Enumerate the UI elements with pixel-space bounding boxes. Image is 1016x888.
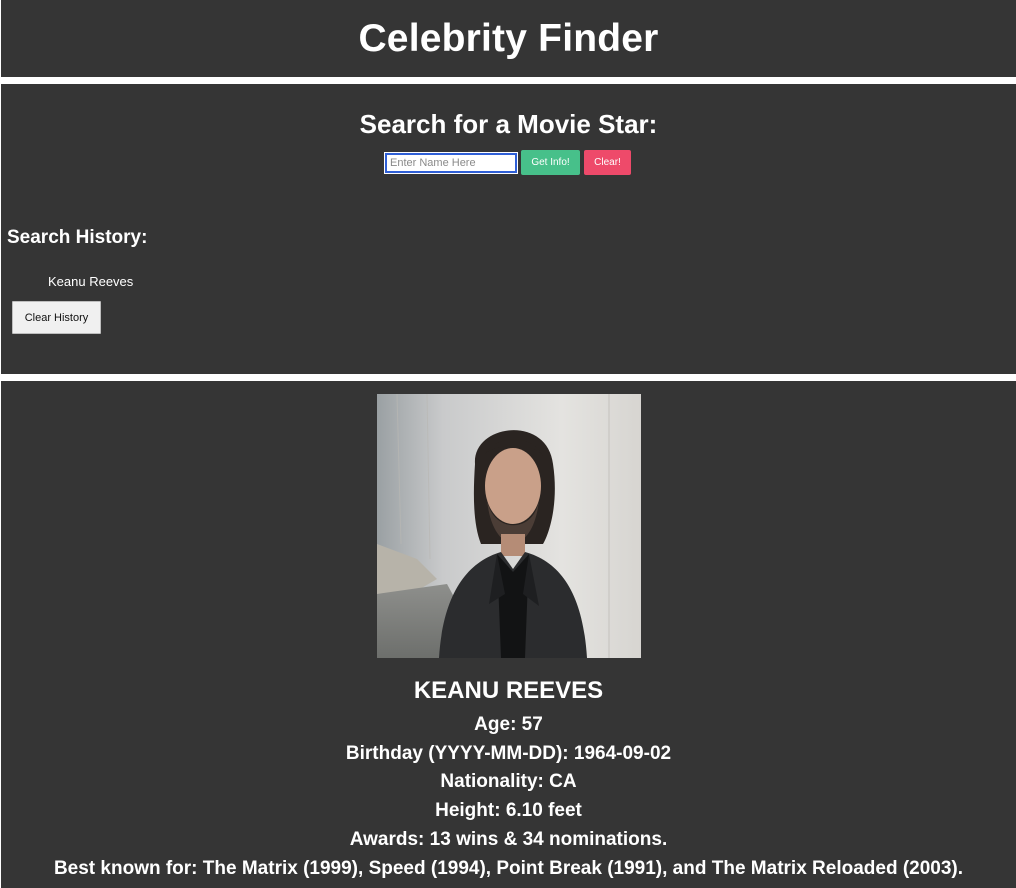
name-search-input[interactable] [384, 151, 518, 174]
known-for-text: Best known for: The Matrix (1999), Speed… [53, 858, 964, 879]
search-history-list: Keanu Reeves [48, 274, 133, 289]
height-text: Height: 6.10 feet [435, 800, 582, 821]
get-info-button[interactable]: Get Info! [521, 150, 580, 175]
birthday-text: Birthday (YYYY-MM-DD): 1964-09-02 [345, 743, 672, 764]
clear-history-button[interactable]: Clear History [12, 301, 101, 334]
age-text: Age: 57 [474, 714, 543, 735]
history-item[interactable]: Keanu Reeves [48, 274, 133, 289]
search-heading: Search for a Movie Star: [359, 109, 658, 139]
awards-text: Awards: 13 wins & 34 nominations. [349, 829, 668, 850]
celebrity-photo [377, 394, 641, 658]
clear-button[interactable]: Clear! [584, 150, 631, 175]
nationality-text: Nationality: CA [440, 771, 577, 792]
header: Celebrity Finder [1, 0, 1016, 77]
search-section: Search for a Movie Star: Get Info! Clear… [1, 84, 1016, 374]
search-history-heading: Search History: [7, 227, 148, 248]
result-section: KEANU REEVES Age: 57 Birthday (YYYY-MM-D… [1, 381, 1016, 888]
search-row: Get Info! Clear! [384, 150, 631, 175]
app-title: Celebrity Finder [358, 17, 659, 60]
celebrity-name: KEANU REEVES [413, 677, 604, 704]
